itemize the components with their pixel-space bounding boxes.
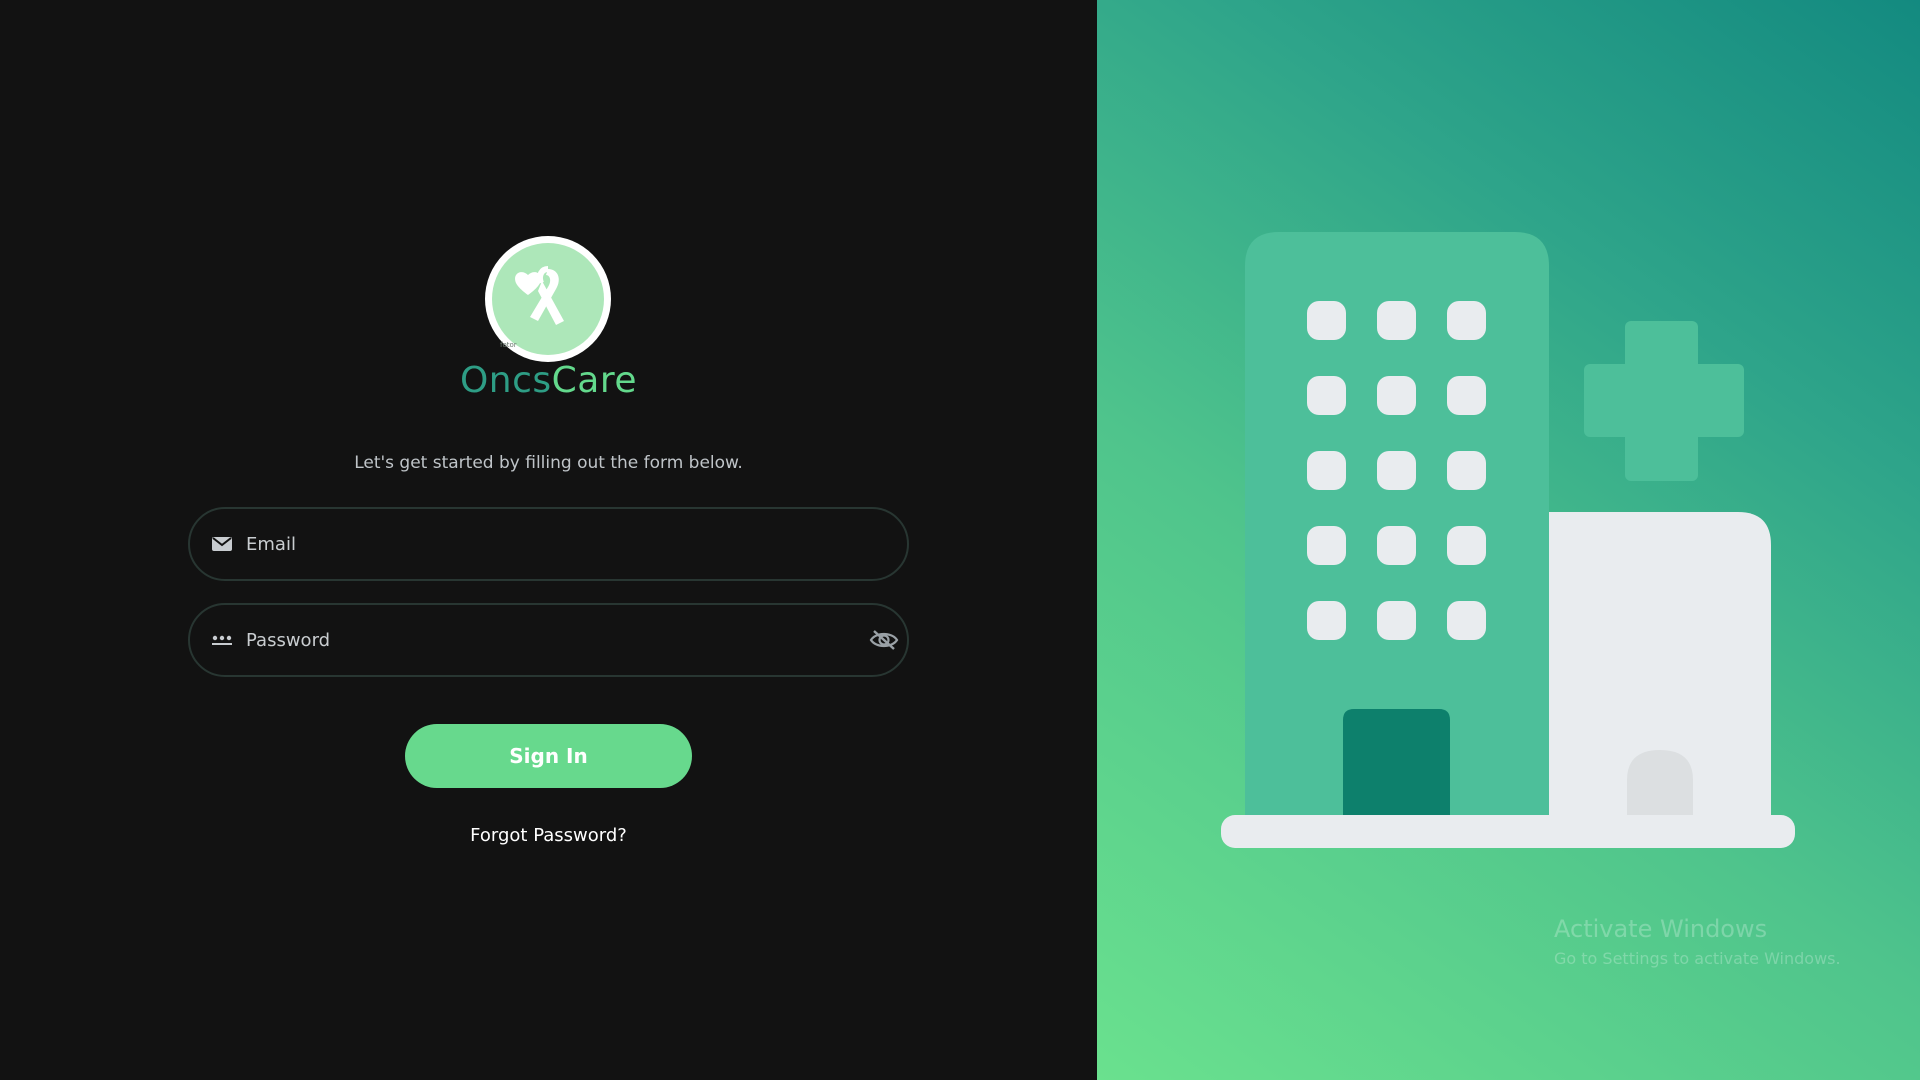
brand-name-part2: Care [551,360,638,401]
ribbon-heart-icon [515,266,564,325]
os-activation-watermark: Activate Windows Go to Settings to activ… [1554,915,1841,968]
eye-off-icon[interactable] [869,627,899,653]
watermark-title: Activate Windows [1554,915,1768,943]
form-tagline: Let's get started by filling out the for… [354,453,743,473]
password-field[interactable] [188,603,909,677]
medical-cross-icon [1584,321,1744,481]
email-input[interactable] [246,533,806,555]
tower-door [1343,709,1450,820]
app-logo: fotor [485,236,611,362]
forgot-password-link[interactable]: Forgot Password? [0,825,1097,846]
hospital-base [1221,815,1795,848]
login-panel: fotor OncsCare Let's get started by fill… [0,0,1097,1080]
logo-ribbon-emblem: fotor [492,243,604,355]
email-field[interactable] [188,507,909,581]
watermark-subtitle: Go to Settings to activate Windows. [1554,949,1841,968]
brand-name: OncsCare [0,360,1097,401]
logo-watermark-tag: fotor [500,341,517,349]
sign-in-button[interactable]: Sign In [405,724,692,788]
brand-name-part1: Oncs [459,360,552,401]
side-door [1627,750,1693,820]
password-input[interactable] [246,629,806,651]
password-dots-icon [210,628,234,652]
mail-icon [210,532,234,556]
